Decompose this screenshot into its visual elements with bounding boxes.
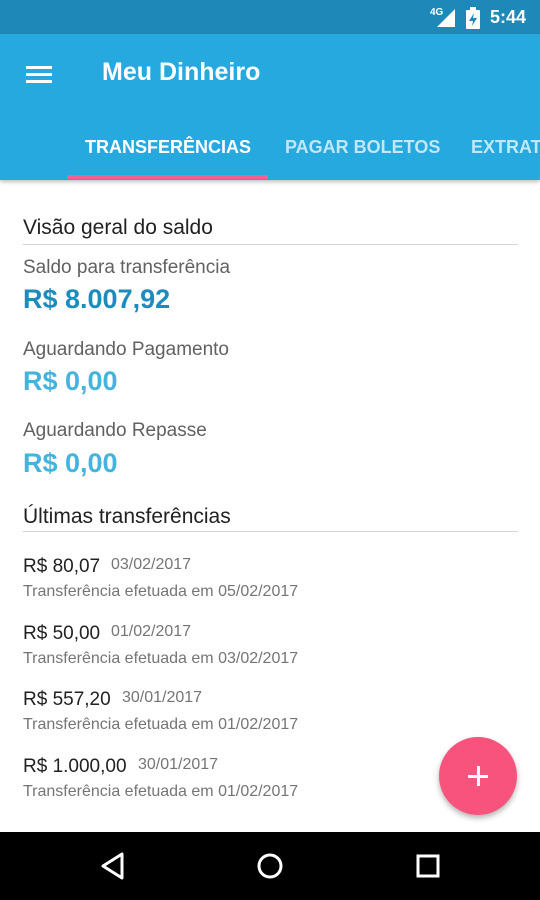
back-triangle-icon[interactable] [96,848,132,884]
app-title: Meu Dinheiro [102,58,261,86]
pending-transfer-label: Aguardando Repasse [23,420,207,441]
transfers-divider [23,531,518,532]
recents-square-icon[interactable] [410,848,446,884]
transfer-list-item[interactable]: R$ 50,00 01/02/2017 Transferência efetua… [23,623,503,679]
tab-extrato[interactable]: EXTRATO [471,126,540,180]
transfer-date: 30/01/2017 [138,756,219,773]
transfer-description: Transferência efetuada em 03/02/2017 [23,650,299,667]
transfer-value: R$ 50,00 [23,623,101,644]
tab-pagar-boletos[interactable]: PAGAR BOLETOS [285,126,440,180]
transfer-date: 30/01/2017 [122,689,203,706]
transfer-description: Transferência efetuada em 01/02/2017 [23,716,299,733]
clock: 5:44 [490,7,527,27]
cellular-signal-icon [437,9,455,27]
transfer-description: Transferência efetuada em 05/02/2017 [23,583,299,600]
transfer-value: R$ 80,07 [23,556,101,577]
transfer-value: R$ 557,20 [23,689,111,710]
transfer-description: Transferência efetuada em 01/02/2017 [23,783,299,800]
screen: 4G 5:44 Meu Dinheiro TRANSFERÊNCIAS PAGA… [0,0,540,900]
available-balance-label: Saldo para transferência [23,257,231,278]
app-bar: Meu Dinheiro TRANSFERÊNCIAS PAGAR BOLETO… [0,34,540,180]
transfer-date: 03/02/2017 [111,556,192,573]
transfers-title: Últimas transferências [23,505,231,528]
overview-divider [23,244,518,245]
pending-transfer-amount: R$ 0,00 [23,448,118,478]
battery-charging-icon [466,7,480,29]
main-content: Visão geral do saldo Saldo para transfer… [0,180,540,832]
transfer-date: 01/02/2017 [111,623,192,640]
hamburger-menu-icon[interactable] [20,56,60,92]
pending-payment-label: Aguardando Pagamento [23,339,229,360]
transfer-value: R$ 1.000,00 [23,756,127,777]
active-tab-indicator [67,175,268,179]
status-bar: 4G 5:44 [0,0,540,34]
add-transfer-button[interactable] [439,737,517,815]
tab-bar: TRANSFERÊNCIAS PAGAR BOLETOS EXTRATO [0,126,540,180]
pending-payment-amount: R$ 0,00 [23,366,118,396]
system-navigation-bar [0,832,540,900]
available-balance-amount: R$ 8.007,92 [23,284,171,314]
transfer-list-item[interactable]: R$ 557,20 30/01/2017 Transferência efetu… [23,689,503,745]
home-circle-icon[interactable] [252,848,288,884]
overview-title: Visão geral do saldo [23,216,213,239]
transfer-list-item[interactable]: R$ 1.000,00 30/01/2017 Transferência efe… [23,756,503,812]
transfer-list-item[interactable]: R$ 80,07 03/02/2017 Transferência efetua… [23,556,503,612]
tab-transferencias[interactable]: TRANSFERÊNCIAS [85,126,251,180]
